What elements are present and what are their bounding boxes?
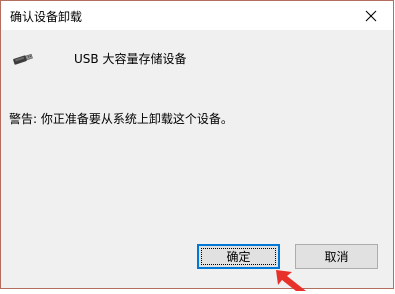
dialog-body: USB 大容量存储设备 警告: 你正准备要从系统上卸载这个设备。 确定 取消 <box>1 30 393 288</box>
warning-text: 警告: 你正准备要从系统上卸载这个设备。 <box>9 112 233 126</box>
confirm-uninstall-dialog: 确认设备卸载 USB 大容量存储设备 警告: 你正准备要从系统上卸载这个设备。 <box>0 0 394 289</box>
red-arrow-annotation <box>270 266 310 294</box>
close-button[interactable] <box>348 1 393 30</box>
title-bar[interactable]: 确认设备卸载 <box>1 1 393 30</box>
device-name: USB 大容量存储设备 <box>74 52 187 66</box>
close-icon <box>365 10 376 21</box>
focus-rect <box>201 248 276 265</box>
cancel-button-label: 取消 <box>324 250 349 264</box>
ok-button[interactable]: 确定 <box>197 244 280 269</box>
usb-drive-icon <box>12 50 34 69</box>
dialog-title: 确认设备卸载 <box>10 10 83 24</box>
